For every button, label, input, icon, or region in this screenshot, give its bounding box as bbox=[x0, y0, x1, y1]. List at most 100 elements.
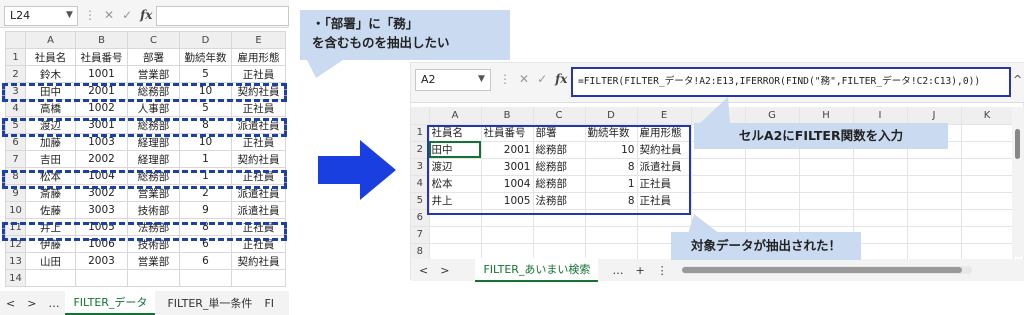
cell[interactable] bbox=[799, 209, 854, 227]
tab-filter-fuzzy[interactable]: FILTER_あいまい検索 bbox=[475, 258, 599, 282]
cell[interactable]: 契約社員 bbox=[231, 150, 286, 168]
more-tabs-button[interactable]: … bbox=[606, 264, 629, 277]
cell[interactable] bbox=[961, 175, 1014, 193]
cell[interactable]: 部署 bbox=[533, 124, 586, 142]
chevron-down-icon[interactable]: ▼ bbox=[66, 10, 73, 20]
enter-icon[interactable]: ✓ bbox=[537, 72, 547, 86]
cell[interactable] bbox=[231, 269, 286, 287]
cell[interactable] bbox=[961, 209, 1014, 227]
cell[interactable] bbox=[25, 269, 76, 287]
cell[interactable] bbox=[853, 158, 908, 176]
cell[interactable] bbox=[585, 226, 638, 244]
row-header[interactable]: 12 bbox=[5, 235, 26, 253]
cell[interactable]: 総務部 bbox=[127, 167, 180, 185]
chevron-down-icon[interactable]: ▼ bbox=[478, 74, 485, 84]
row-header[interactable]: 6 bbox=[411, 209, 430, 227]
row-header[interactable]: 3 bbox=[411, 158, 430, 176]
cell[interactable]: 佐藤 bbox=[25, 201, 76, 219]
cell[interactable]: 雇用形態 bbox=[231, 48, 286, 66]
cell[interactable]: 10 bbox=[179, 82, 232, 100]
cell[interactable]: 営業部 bbox=[127, 65, 180, 83]
row-header[interactable]: 7 bbox=[5, 150, 26, 168]
column-header-j[interactable]: J bbox=[907, 107, 962, 125]
cell[interactable]: 1002 bbox=[75, 99, 128, 117]
tab-filter-single[interactable]: FILTER_単一条件 bbox=[155, 295, 258, 311]
cell[interactable] bbox=[961, 243, 1014, 261]
cell[interactable]: 8 bbox=[585, 192, 638, 210]
row-header[interactable]: 10 bbox=[5, 201, 26, 219]
cell[interactable] bbox=[853, 209, 908, 227]
cell[interactable] bbox=[799, 192, 854, 210]
cell[interactable]: 1004 bbox=[481, 175, 534, 193]
insert-function-icon[interactable]: fx bbox=[140, 8, 152, 22]
cell[interactable]: 法務部 bbox=[533, 192, 586, 210]
row-header[interactable]: 9 bbox=[5, 184, 26, 202]
cell[interactable]: 派遣社員 bbox=[231, 201, 286, 219]
column-header-a[interactable]: A bbox=[429, 107, 482, 125]
formula-bar[interactable] bbox=[156, 6, 289, 26]
column-header-h[interactable]: H bbox=[799, 107, 854, 125]
select-all-corner[interactable] bbox=[5, 31, 26, 49]
row-header[interactable]: 7 bbox=[411, 226, 430, 244]
select-all-corner[interactable] bbox=[411, 107, 430, 125]
cell[interactable]: 派遣社員 bbox=[231, 116, 286, 134]
cell[interactable] bbox=[907, 175, 962, 193]
row-header[interactable]: 2 bbox=[5, 65, 26, 83]
column-header-b[interactable]: B bbox=[75, 31, 128, 49]
more-options-icon[interactable]: ⋮ bbox=[499, 72, 511, 86]
cell[interactable]: 10 bbox=[179, 133, 232, 151]
cell[interactable]: 総務部 bbox=[127, 82, 180, 100]
next-sheet-button[interactable]: > bbox=[434, 264, 455, 277]
horizontal-scrollbar[interactable] bbox=[681, 266, 972, 274]
cell[interactable]: 派遣社員 bbox=[637, 158, 692, 176]
cell[interactable] bbox=[481, 226, 534, 244]
next-sheet-button[interactable]: > bbox=[21, 297, 42, 310]
cell[interactable]: 3001 bbox=[75, 116, 128, 134]
sheet-menu-icon[interactable]: ⋮ bbox=[651, 264, 674, 277]
cell[interactable]: 正社員 bbox=[231, 167, 286, 185]
cell[interactable]: 渡辺 bbox=[429, 158, 482, 176]
active-cell[interactable]: 田中 bbox=[429, 141, 482, 159]
column-header-e[interactable]: E bbox=[231, 31, 286, 49]
cell[interactable]: 技術部 bbox=[127, 201, 180, 219]
cell[interactable]: 田中 bbox=[25, 82, 76, 100]
cell[interactable]: 総務部 bbox=[533, 141, 586, 159]
insert-function-icon[interactable]: fx bbox=[555, 72, 567, 86]
cell[interactable] bbox=[853, 192, 908, 210]
cell[interactable] bbox=[907, 226, 962, 244]
cell[interactable]: 経理部 bbox=[127, 133, 180, 151]
cell[interactable]: 人事部 bbox=[127, 99, 180, 117]
cell[interactable] bbox=[127, 269, 180, 287]
cell[interactable]: 正社員 bbox=[231, 65, 286, 83]
cell[interactable]: 山田 bbox=[25, 252, 76, 270]
row-header[interactable]: 5 bbox=[5, 116, 26, 134]
cancel-icon[interactable]: ✕ bbox=[519, 72, 529, 86]
cell[interactable] bbox=[745, 158, 800, 176]
column-header-c[interactable]: C bbox=[533, 107, 586, 125]
cell[interactable]: 営業部 bbox=[127, 184, 180, 202]
cell[interactable] bbox=[907, 192, 962, 210]
cell[interactable]: 1 bbox=[179, 150, 232, 168]
cell[interactable]: 1005 bbox=[75, 218, 128, 236]
cell[interactable] bbox=[961, 141, 1014, 159]
cell[interactable] bbox=[585, 209, 638, 227]
column-header-d[interactable]: D bbox=[585, 107, 638, 125]
cell[interactable] bbox=[691, 192, 746, 210]
cell[interactable]: 社員番号 bbox=[75, 48, 128, 66]
row-header[interactable]: 4 bbox=[411, 175, 430, 193]
row-header[interactable]: 13 bbox=[5, 252, 26, 270]
cell[interactable] bbox=[799, 158, 854, 176]
cell[interactable]: 井上 bbox=[429, 192, 482, 210]
collapse-formula-icon[interactable]: ^ bbox=[1013, 73, 1022, 86]
cell[interactable]: 3001 bbox=[481, 158, 534, 176]
cell[interactable] bbox=[745, 192, 800, 210]
column-header-g[interactable]: G bbox=[745, 107, 800, 125]
cell[interactable]: 1004 bbox=[75, 167, 128, 185]
cancel-icon[interactable]: ✕ bbox=[104, 8, 114, 22]
cell[interactable] bbox=[481, 209, 534, 227]
prev-sheet-button[interactable]: < bbox=[411, 264, 434, 277]
cell[interactable]: 2001 bbox=[481, 141, 534, 159]
tab-truncated[interactable]: FI bbox=[258, 297, 280, 310]
cell[interactable]: 1003 bbox=[75, 133, 128, 151]
cell[interactable] bbox=[533, 209, 586, 227]
